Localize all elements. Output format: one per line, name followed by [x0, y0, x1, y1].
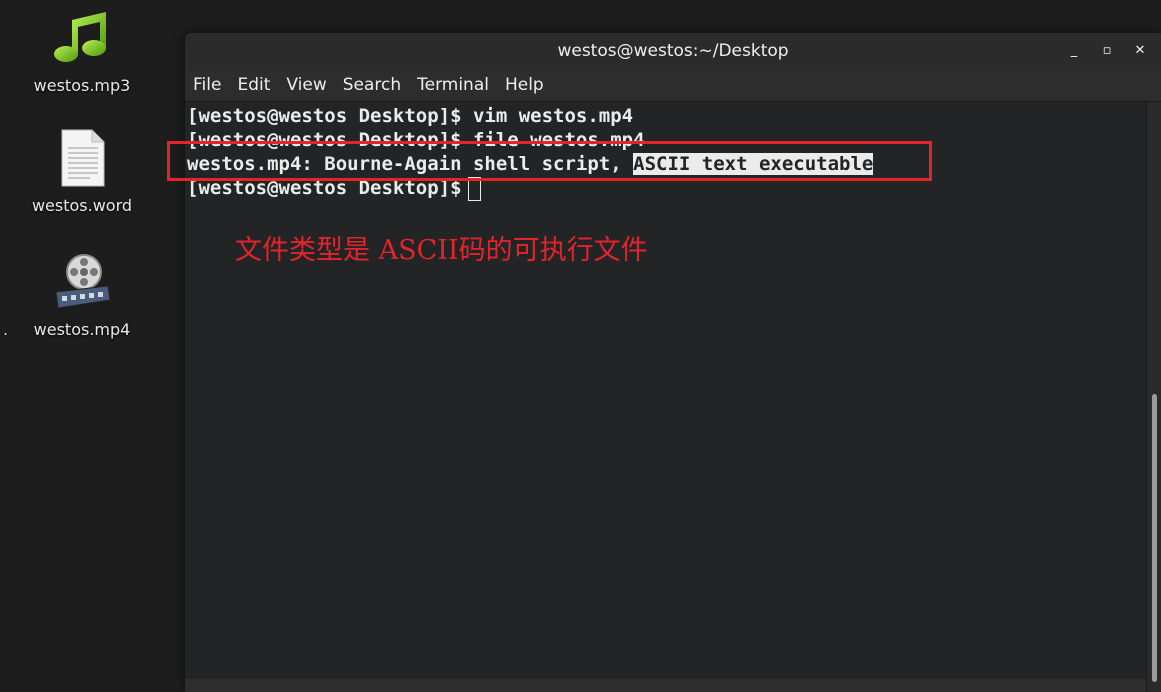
film-reel-icon	[50, 252, 114, 316]
terminal-window[interactable]: westos@westos:~/Desktop _ ▫ ✕ File Edit …	[185, 33, 1161, 692]
desktop-icon-label: westos.mp3	[33, 76, 131, 95]
desktop-icon-westos-mp4[interactable]: westos.mp4	[17, 252, 147, 339]
text-document-icon	[50, 128, 114, 192]
menu-terminal[interactable]: Terminal	[417, 75, 489, 95]
desktop-icon-westos-word[interactable]: westos.word	[17, 128, 147, 215]
menu-bar: File Edit View Search Terminal Help	[185, 69, 1161, 102]
menu-file[interactable]: File	[193, 75, 221, 95]
stray-text: .	[3, 320, 9, 339]
annotation-text: 文件类型是 ASCII码的可执行文件	[235, 235, 648, 266]
maximize-button[interactable]: ▫	[1096, 41, 1118, 61]
window-title: westos@westos:~/Desktop	[557, 41, 789, 61]
close-button[interactable]: ✕	[1129, 41, 1151, 61]
scrollbar[interactable]	[1146, 102, 1161, 692]
desktop-icon-label: westos.word	[31, 196, 133, 215]
title-bar[interactable]: westos@westos:~/Desktop _ ▫ ✕	[185, 33, 1161, 69]
menu-help[interactable]: Help	[505, 75, 544, 95]
scrollbar-thumb[interactable]	[1152, 394, 1157, 682]
menu-view[interactable]: View	[286, 75, 326, 95]
highlight-box	[167, 141, 932, 181]
desktop-icon-label: westos.mp4	[33, 320, 131, 339]
desktop-icon-westos-mp3[interactable]: westos.mp3	[17, 8, 147, 95]
music-note-icon	[50, 8, 114, 72]
terminal-output[interactable]: [westos@westos Desktop]$ vim westos.mp4 …	[185, 102, 1146, 679]
menu-search[interactable]: Search	[343, 75, 401, 95]
terminal-line: [westos@westos Desktop]$ vim westos.mp4	[187, 105, 634, 127]
minimize-button[interactable]: _	[1063, 41, 1085, 61]
menu-edit[interactable]: Edit	[237, 75, 270, 95]
